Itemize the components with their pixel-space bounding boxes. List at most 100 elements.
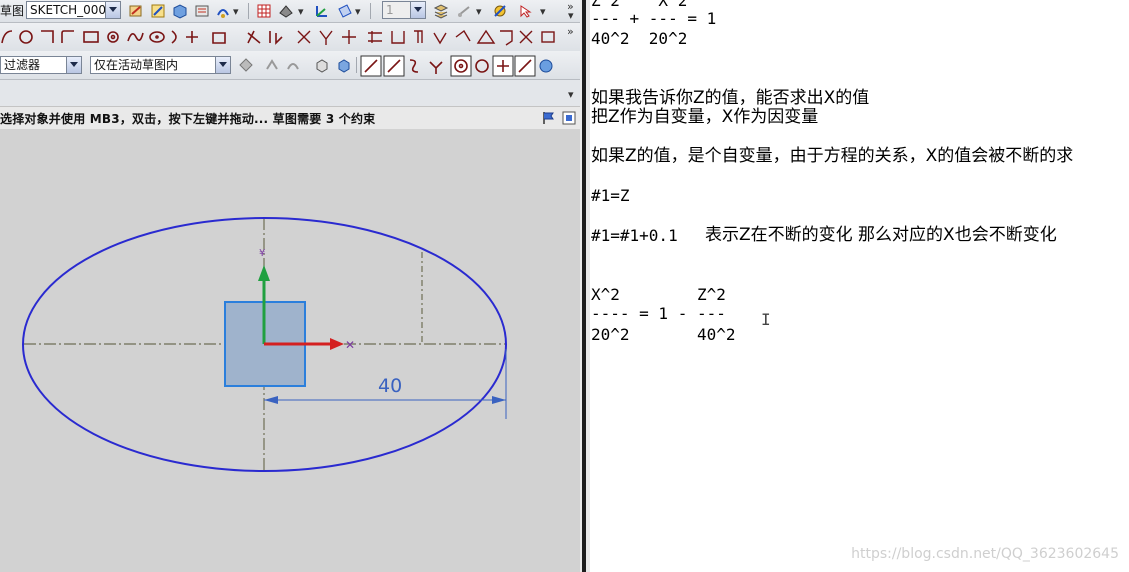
conic-icon <box>171 30 177 44</box>
polygon-icon <box>107 31 119 43</box>
delete-constraint-icon <box>519 30 533 44</box>
y-axis-arrow <box>258 265 270 281</box>
ellipse-icon <box>149 31 165 43</box>
finish-sketch-icon[interactable] <box>128 3 144 19</box>
variable-increment-note: 表示Z在不断的变化 那么对应的X也会不断变化 <box>705 225 1057 245</box>
x-axis-marker: ✕ <box>345 338 355 352</box>
chevron-down-icon[interactable] <box>66 57 81 73</box>
layer-settings-icon[interactable] <box>433 3 449 19</box>
chevron-down-icon[interactable]: ▾ <box>540 5 546 18</box>
infer-icon <box>476 29 496 44</box>
reference-icon <box>541 31 555 43</box>
dimension-icon <box>368 31 382 43</box>
relations-icon <box>500 30 513 46</box>
rectangle-icon <box>83 31 99 43</box>
watermark: https://blog.csdn.net/QQ_3623602645 <box>851 546 1119 562</box>
toolbar-row-1: 草图 SKETCH_000 ▾ ▾ ▾ 1 ▾ ▾ » ▾ <box>0 0 580 23</box>
text-cursor-icon: I <box>761 310 771 329</box>
update-model-icon[interactable] <box>194 3 210 19</box>
sketch-canvas[interactable]: ¥ ✕ 40 <box>0 129 580 572</box>
question-line-3: 如果Z的值，是个自变量，由于方程的关系，X的值会被不断的求 <box>591 146 1074 166</box>
snap-curve-icon[interactable] <box>285 57 301 73</box>
chevron-down-icon[interactable]: ▾ <box>233 5 239 18</box>
dimension-arrow-right <box>492 396 506 404</box>
y-axis-marker: ¥ <box>259 248 265 259</box>
sketch-style-icon[interactable] <box>215 3 231 19</box>
chevron-down-icon[interactable] <box>105 2 120 18</box>
select-body-icon[interactable] <box>336 57 352 73</box>
alternate-solution-icon <box>455 29 471 42</box>
offset-icon <box>212 32 226 44</box>
sketch-curve-tools <box>1 29 555 46</box>
type-filter-dropdown[interactable]: 过滤器 <box>0 56 82 74</box>
chevron-down-icon[interactable]: ▾ <box>568 88 574 101</box>
notes-editor[interactable]: Z^2 X^2 --- + --- = 1 40^2 20^2 如果我告诉你Z的… <box>590 0 1129 572</box>
toolbar-row-3: 过滤器 仅在活动草图内 <box>0 51 580 80</box>
equation-1-fraction-line: --- + --- = 1 <box>591 9 717 28</box>
sketch-graphics: ¥ ✕ 40 <box>22 217 507 472</box>
circle-icon <box>19 30 33 44</box>
equation-2-numerator: X^2 Z^2 <box>591 285 726 304</box>
toolbar-row-4: ▾ <box>0 80 580 106</box>
sketch-name-value: SKETCH_000 <box>30 3 107 17</box>
extend-icon <box>269 31 283 45</box>
chevron-down-icon[interactable]: ▾ <box>568 9 574 22</box>
arc-icon <box>1 30 13 44</box>
dimension-text: 40 <box>378 375 402 397</box>
layer-dropdown[interactable]: 1 <box>382 1 426 19</box>
flag-icon[interactable] <box>541 110 557 126</box>
selection-scope-value: 仅在活动草图内 <box>94 58 179 72</box>
toolbar-separator <box>248 3 249 19</box>
chevron-down-icon[interactable]: ▾ <box>476 5 482 18</box>
equation-1-denominator: 40^2 20^2 <box>591 29 688 48</box>
move-to-layer-icon[interactable] <box>456 3 472 19</box>
sketch-name-dropdown[interactable]: SKETCH_000 <box>26 1 121 19</box>
sketch-label: 草图 <box>0 4 25 18</box>
cad-window: 草图 SKETCH_000 ▾ ▾ ▾ 1 ▾ ▾ » ▾ » 过滤器 仅在活动… <box>0 0 580 572</box>
toolbar-separator <box>356 57 357 73</box>
chevron-down-icon[interactable]: ▾ <box>355 5 361 18</box>
snap-point-icon[interactable] <box>264 57 280 73</box>
equation-2-fraction-line: ---- = 1 - --- <box>591 304 726 323</box>
select-face-icon[interactable] <box>314 57 330 73</box>
question-line-2: 把Z作为自变量，X作为因变量 <box>591 107 819 127</box>
equation-2-denominator: 20^2 40^2 <box>591 325 736 344</box>
auto-constraint-icon <box>342 30 356 44</box>
selection-icon[interactable] <box>518 3 534 19</box>
chevron-down-icon[interactable] <box>410 2 425 18</box>
snap-toolbar <box>360 55 553 77</box>
chevron-down-icon[interactable] <box>215 57 230 73</box>
filter-settings-icon[interactable] <box>238 57 254 73</box>
variable-assignment: #1=Z <box>591 186 630 205</box>
toolbar-row-2: » <box>0 23 580 52</box>
snap-center-box <box>450 55 472 77</box>
reattach-icon[interactable] <box>172 3 188 19</box>
fit-view-icon[interactable] <box>561 110 577 126</box>
question-line-1: 如果我告诉你Z的值，能否求出X的值 <box>591 88 870 108</box>
shade-icon[interactable] <box>278 3 294 19</box>
type-filter-value: 过滤器 <box>4 58 41 72</box>
datum-plane-icon[interactable] <box>337 3 353 19</box>
point-icon <box>186 31 198 43</box>
toolbar-overflow-icon[interactable]: » <box>567 25 574 38</box>
toolbar-separator <box>370 3 371 19</box>
chevron-down-icon[interactable]: ▾ <box>298 5 304 18</box>
layer-value: 1 <box>386 3 394 17</box>
constraint-icon <box>319 30 333 45</box>
x-axis-arrow <box>330 338 344 350</box>
csys-icon[interactable] <box>314 3 330 19</box>
spline-icon <box>127 32 144 42</box>
make-corner-icon <box>297 30 311 44</box>
convert-icon <box>433 32 447 45</box>
trim-icon <box>247 30 261 44</box>
selection-scope-dropdown[interactable]: 仅在活动草图内 <box>90 56 231 74</box>
show-constraints-icon <box>391 31 405 44</box>
snap-icon[interactable] <box>492 3 508 19</box>
status-bar: 选择对象并使用 MB3，双击，按下左键并拖动... 草图需要 3 个约束 <box>0 106 580 130</box>
corner-icon <box>41 30 54 43</box>
window-divider[interactable] <box>580 0 590 572</box>
status-prompt-text: 选择对象并使用 MB3，双击，按下左键并拖动... 草图需要 3 个约束 <box>0 112 376 126</box>
orient-view-icon[interactable] <box>150 3 166 19</box>
variable-increment: #1=#1+0.1 <box>591 226 678 245</box>
grid-icon[interactable] <box>256 3 272 19</box>
